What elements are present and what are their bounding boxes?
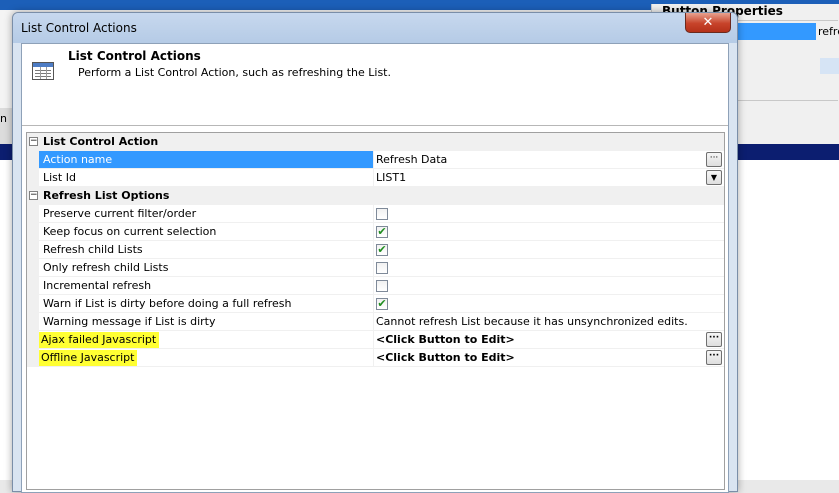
check-icon: ✔ — [377, 225, 387, 238]
close-button[interactable]: ✕ — [685, 13, 731, 33]
property-row-ajax-failed-javascript[interactable]: Ajax failed Javascript <Click Button to … — [27, 331, 724, 349]
warn-if-dirty-checkbox[interactable]: ✔ — [376, 298, 388, 310]
action-name-ellipsis-button[interactable]: ··· — [706, 152, 722, 167]
category-label: Refresh List Options — [43, 189, 170, 202]
property-value-text: Refresh Data — [376, 153, 448, 166]
property-name: Ajax failed Javascript — [39, 332, 160, 348]
background-properties-cell — [820, 58, 839, 74]
list-table-icon — [32, 62, 54, 80]
background-left-text: n — [0, 112, 7, 125]
property-value-ajax-failed-javascript[interactable]: <Click Button to Edit> ··· — [374, 331, 724, 349]
property-value-list-id[interactable]: LIST1 ▼ — [374, 169, 724, 187]
property-name: Action name — [39, 151, 374, 169]
ajax-failed-javascript-ellipsis-button[interactable]: ··· — [706, 332, 722, 347]
dialog-client-area: List Control Actions Perform a List Cont… — [21, 43, 729, 493]
property-row-only-refresh-child-lists[interactable]: Only refresh child Lists — [27, 259, 724, 277]
check-icon: ✔ — [377, 243, 387, 256]
property-name: Preserve current filter/order — [39, 205, 374, 223]
list-id-dropdown-button[interactable]: ▼ — [706, 170, 722, 185]
property-row-action-name[interactable]: Action name Refresh Data ··· — [27, 151, 724, 169]
property-name: Refresh child Lists — [39, 241, 374, 259]
property-value-offline-javascript[interactable]: <Click Button to Edit> ··· — [374, 349, 724, 367]
category-list-control-action[interactable]: − List Control Action — [27, 133, 724, 151]
property-row-incremental-refresh[interactable]: Incremental refresh — [27, 277, 724, 295]
property-name: Incremental refresh — [39, 277, 374, 295]
property-name: Keep focus on current selection — [39, 223, 374, 241]
property-row-offline-javascript[interactable]: Offline Javascript <Click Button to Edit… — [27, 349, 724, 367]
chevron-down-icon: ▼ — [710, 173, 718, 182]
dialog-title: List Control Actions — [21, 21, 137, 35]
category-refresh-list-options[interactable]: − Refresh List Options — [27, 187, 724, 205]
property-name: Warning message if List is dirty — [39, 313, 374, 331]
property-name: Offline Javascript — [39, 350, 138, 366]
header-subtitle: Perform a List Control Action, such as r… — [78, 66, 391, 79]
background-properties-value: refre — [818, 25, 839, 38]
property-row-refresh-child-lists[interactable]: Refresh child Lists ✔ — [27, 241, 724, 259]
category-label: List Control Action — [43, 135, 159, 148]
property-name: Warn if List is dirty before doing a ful… — [39, 295, 374, 313]
property-value-text: LIST1 — [376, 171, 407, 184]
preserve-filter-checkbox[interactable] — [376, 208, 388, 220]
incremental-refresh-checkbox[interactable] — [376, 280, 388, 292]
ellipsis-icon: ··· — [708, 351, 720, 361]
property-row-keep-focus[interactable]: Keep focus on current selection ✔ — [27, 223, 724, 241]
property-name: Only refresh child Lists — [39, 259, 374, 277]
property-name: List Id — [39, 169, 374, 187]
check-icon: ✔ — [377, 297, 387, 310]
background-properties-selected-row[interactable] — [732, 23, 816, 40]
keep-focus-checkbox[interactable]: ✔ — [376, 226, 388, 238]
property-row-list-id[interactable]: List Id LIST1 ▼ — [27, 169, 724, 187]
header-title: List Control Actions — [68, 49, 201, 63]
list-control-actions-dialog: List Control Actions ✕ List Control Acti… — [12, 12, 738, 493]
dialog-titlebar[interactable]: List Control Actions ✕ — [13, 13, 737, 43]
property-value-text: <Click Button to Edit> — [376, 333, 515, 346]
collapse-icon[interactable]: − — [29, 137, 38, 146]
ellipsis-icon: ··· — [708, 333, 720, 343]
property-row-preserve-filter[interactable]: Preserve current filter/order — [27, 205, 724, 223]
only-refresh-child-lists-checkbox[interactable] — [376, 262, 388, 274]
close-icon: ✕ — [702, 15, 714, 30]
property-value-text: <Click Button to Edit> — [376, 351, 515, 364]
property-grid: − List Control Action Action name Refres… — [26, 132, 725, 490]
property-value-text: Cannot refresh List because it has unsyn… — [376, 315, 688, 328]
offline-javascript-ellipsis-button[interactable]: ··· — [706, 350, 722, 365]
property-row-warning-message[interactable]: Warning message if List is dirty Cannot … — [27, 313, 724, 331]
warning-message-field[interactable]: Cannot refresh List because it has unsyn… — [374, 313, 724, 331]
ellipsis-icon: ··· — [709, 153, 719, 163]
property-value-action-name[interactable]: Refresh Data ··· — [374, 151, 724, 169]
dialog-header: List Control Actions Perform a List Cont… — [22, 44, 728, 126]
collapse-icon[interactable]: − — [29, 191, 38, 200]
refresh-child-lists-checkbox[interactable]: ✔ — [376, 244, 388, 256]
property-row-warn-if-dirty[interactable]: Warn if List is dirty before doing a ful… — [27, 295, 724, 313]
